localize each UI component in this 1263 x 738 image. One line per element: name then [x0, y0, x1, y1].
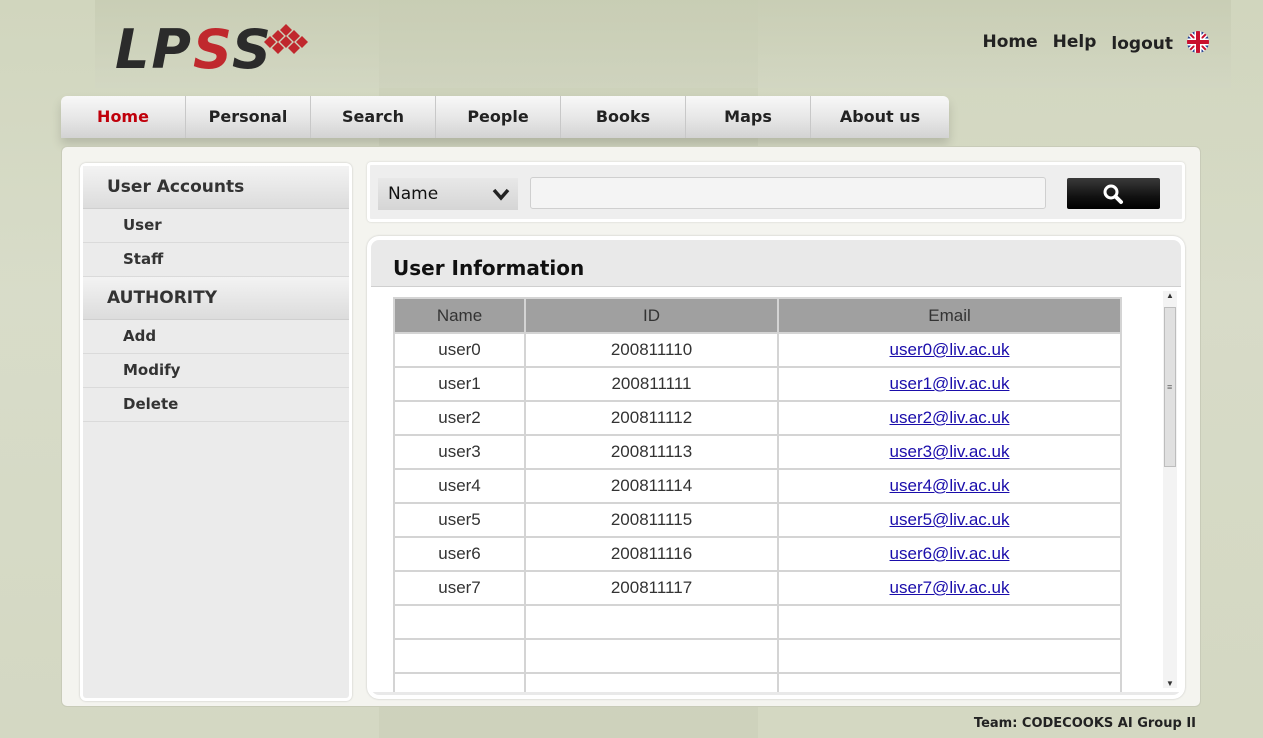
cell-email: user7@liv.ac.uk: [777, 570, 1122, 606]
scrollbar-thumb[interactable]: ≡: [1164, 307, 1176, 467]
search-button[interactable]: [1067, 178, 1160, 209]
footer-team: Team: CODECOOKS AI Group II: [973, 716, 1196, 731]
cell-email: user0@liv.ac.uk: [777, 332, 1122, 368]
user-info-panel: User Information Name ID Email user0 2008…: [367, 236, 1185, 699]
cell-name: user0: [393, 332, 526, 368]
cell-id: [524, 638, 779, 674]
email-link[interactable]: user1@liv.ac.uk: [890, 374, 1010, 393]
search-field-select[interactable]: Name: [378, 178, 518, 210]
sidebar-item-user[interactable]: User: [83, 209, 349, 243]
panel-title: User Information: [393, 256, 585, 280]
cell-id: 200811113: [524, 434, 779, 470]
cell-email: user4@liv.ac.uk: [777, 468, 1122, 504]
top-help-link[interactable]: Help: [1053, 32, 1097, 52]
cell-name: user6: [393, 536, 526, 572]
cell-name: user3: [393, 434, 526, 470]
cell-name: user5: [393, 502, 526, 538]
sidebar-item-staff[interactable]: Staff: [83, 243, 349, 277]
vertical-scrollbar[interactable]: ▲ ≡ ▼: [1163, 291, 1177, 688]
table-row[interactable]: user1 200811111 user1@liv.ac.uk: [393, 366, 1122, 402]
chevron-down-icon: [492, 188, 510, 201]
panel-body: Name ID Email user0 200811110 user0@liv.ac…: [371, 286, 1181, 692]
cell-email: user1@liv.ac.uk: [777, 366, 1122, 402]
cell-email: [777, 604, 1122, 640]
top-links: Home Help logout: [967, 30, 1209, 54]
cell-email: user5@liv.ac.uk: [777, 502, 1122, 538]
uk-flag-icon[interactable]: [1187, 31, 1209, 53]
cell-email: user6@liv.ac.uk: [777, 536, 1122, 572]
email-link[interactable]: user2@liv.ac.uk: [890, 408, 1010, 427]
search-bar: Name: [367, 162, 1185, 222]
user-table: Name ID Email user0 200811110 user0@liv.ac…: [393, 297, 1122, 692]
cell-name: [393, 604, 526, 640]
cell-id: [524, 672, 779, 692]
cell-id: 200811111: [524, 366, 779, 402]
sidebar-section-authority[interactable]: AUTHORITY: [83, 277, 349, 320]
nav-about-us[interactable]: About us: [811, 96, 949, 138]
main-nav: Home Personal Search People Books Maps A…: [61, 96, 949, 138]
cell-id: 200811115: [524, 502, 779, 538]
column-header-id[interactable]: ID: [524, 297, 779, 334]
nav-search[interactable]: Search: [311, 96, 436, 138]
email-link[interactable]: user7@liv.ac.uk: [890, 578, 1010, 597]
cell-email: user3@liv.ac.uk: [777, 434, 1122, 470]
table-row[interactable]: [393, 638, 1122, 674]
nav-maps[interactable]: Maps: [686, 96, 811, 138]
table-row[interactable]: user2 200811112 user2@liv.ac.uk: [393, 400, 1122, 436]
nav-people[interactable]: People: [436, 96, 561, 138]
search-input[interactable]: [530, 177, 1046, 209]
table-row[interactable]: user0 200811110 user0@liv.ac.uk: [393, 332, 1122, 368]
email-link[interactable]: user5@liv.ac.uk: [890, 510, 1010, 529]
cell-name: user7: [393, 570, 526, 606]
cell-id: [524, 604, 779, 640]
table-row[interactable]: user3 200811113 user3@liv.ac.uk: [393, 434, 1122, 470]
table-row[interactable]: [393, 604, 1122, 640]
search-icon: [1103, 184, 1123, 204]
search-field-select-value: Name: [388, 184, 439, 204]
cell-name: user1: [393, 366, 526, 402]
email-link[interactable]: user4@liv.ac.uk: [890, 476, 1010, 495]
sidebar-item-modify[interactable]: Modify: [83, 354, 349, 388]
cell-name: user4: [393, 468, 526, 504]
table-row[interactable]: user5 200811115 user5@liv.ac.uk: [393, 502, 1122, 538]
cell-email: [777, 638, 1122, 674]
nav-personal[interactable]: Personal: [186, 96, 311, 138]
table-row[interactable]: user4 200811114 user4@liv.ac.uk: [393, 468, 1122, 504]
column-header-name[interactable]: Name: [393, 297, 526, 334]
logo-diamond-icon: [264, 24, 308, 54]
table-row[interactable]: [393, 672, 1122, 692]
cell-id: 200811110: [524, 332, 779, 368]
table-row[interactable]: user6 200811116 user6@liv.ac.uk: [393, 536, 1122, 572]
logo[interactable]: LPSS: [115, 20, 273, 80]
email-link[interactable]: user3@liv.ac.uk: [890, 442, 1010, 461]
scroll-up-icon[interactable]: ▲: [1166, 291, 1174, 300]
column-header-email[interactable]: Email: [777, 297, 1122, 334]
sidebar: User Accounts User Staff AUTHORITY Add M…: [80, 163, 352, 701]
scroll-down-icon[interactable]: ▼: [1166, 679, 1174, 688]
cell-email: [777, 672, 1122, 692]
cell-name: [393, 638, 526, 674]
cell-email: user2@liv.ac.uk: [777, 400, 1122, 436]
sidebar-item-delete[interactable]: Delete: [83, 388, 349, 422]
cell-id: 200811117: [524, 570, 779, 606]
cell-name: [393, 672, 526, 692]
sidebar-section-user-accounts[interactable]: User Accounts: [83, 166, 349, 209]
nav-books[interactable]: Books: [561, 96, 686, 138]
email-link[interactable]: user6@liv.ac.uk: [890, 544, 1010, 563]
email-link[interactable]: user0@liv.ac.uk: [890, 340, 1010, 359]
top-home-link[interactable]: Home: [982, 32, 1037, 52]
sidebar-item-add[interactable]: Add: [83, 320, 349, 354]
cell-id: 200811112: [524, 400, 779, 436]
cell-id: 200811116: [524, 536, 779, 572]
logout-link[interactable]: logout: [1111, 34, 1173, 54]
cell-id: 200811114: [524, 468, 779, 504]
table-row[interactable]: user7 200811117 user7@liv.ac.uk: [393, 570, 1122, 606]
cell-name: user2: [393, 400, 526, 436]
nav-home[interactable]: Home: [61, 96, 186, 138]
